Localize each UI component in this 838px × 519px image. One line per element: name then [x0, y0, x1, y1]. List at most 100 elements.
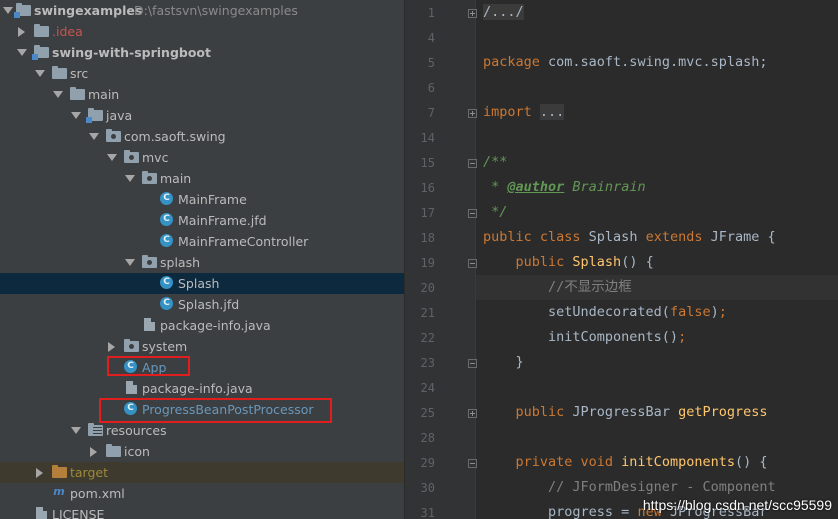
class-name: Splash — [580, 229, 646, 245]
tree-row-main[interactable]: main — [0, 84, 404, 105]
code-line-1[interactable]: /.../ — [483, 0, 524, 25]
class-icon: C — [160, 234, 173, 247]
code-line-7[interactable]: import ... — [483, 100, 565, 125]
tree-row-idea[interactable]: .idea — [0, 21, 404, 42]
tree-item-label: LICENSE — [52, 507, 105, 519]
tree-row-package-info-mvc[interactable]: package-info.java — [0, 315, 404, 336]
tree-row-package-root[interactable]: com.saoft.swing — [0, 126, 404, 147]
tree-row-mainframecontroller[interactable]: C MainFrameController — [0, 231, 404, 252]
fold-collapse-icon[interactable] — [468, 259, 477, 268]
fold-collapse-icon[interactable] — [468, 359, 477, 368]
line-number: 23 — [420, 356, 435, 370]
code-line-23[interactable]: } — [483, 350, 524, 375]
collapse-arrow-icon[interactable] — [53, 91, 63, 98]
code-line-17[interactable]: */ — [483, 200, 507, 225]
fold-collapse-icon[interactable] — [468, 459, 477, 468]
tree-row-app[interactable]: C App — [0, 357, 404, 378]
fold-expand-icon[interactable] — [468, 9, 477, 18]
collapse-arrow-icon[interactable] — [125, 259, 135, 266]
tree-row-package-info[interactable]: package-info.java — [0, 378, 404, 399]
line-number: 16 — [420, 181, 435, 195]
tree-row-splash-selected[interactable]: C Splash — [0, 273, 404, 294]
code-line-18[interactable]: public class Splash extends JFrame { — [483, 225, 776, 250]
line-number: 4 — [427, 31, 435, 45]
line-number: 22 — [420, 331, 435, 345]
collapse-arrow-icon[interactable] — [71, 427, 81, 434]
tree-row-src[interactable]: src — [0, 63, 404, 84]
tree-item-label: java — [106, 108, 133, 123]
code-text: JFrame { — [702, 229, 776, 245]
tree-row-module[interactable]: swing-with-springboot — [0, 42, 404, 63]
tree-item-label: target — [70, 465, 109, 480]
class-icon: C — [160, 297, 173, 310]
folded-imports[interactable]: ... — [539, 104, 565, 120]
line-number: 29 — [420, 456, 435, 470]
tree-item-label: main — [88, 87, 120, 102]
fold-expand-icon[interactable] — [468, 109, 477, 118]
collapse-arrow-icon[interactable] — [71, 112, 81, 119]
type-name: JProgressBar — [564, 404, 679, 420]
tree-row-license[interactable]: LICENSE — [0, 504, 404, 519]
package-info-icon — [144, 318, 155, 331]
tree-row-root[interactable]: swingexamples D:\fastsvn\swingexamples — [0, 0, 404, 21]
tree-row-mainframe[interactable]: C MainFrame — [0, 189, 404, 210]
folder-icon — [106, 444, 121, 457]
collapse-arrow-icon[interactable] — [17, 49, 27, 56]
expand-arrow-icon[interactable] — [108, 342, 115, 352]
doc-comment: Brainrain — [564, 179, 646, 195]
code-editor[interactable]: 1 4 5 6 7 14 15 16 17 18 19 20 21 22 23 … — [405, 0, 838, 519]
tree-item-label: pom.xml — [70, 486, 125, 501]
tree-row-pom[interactable]: m pom.xml — [0, 483, 404, 504]
tree-row-main-package[interactable]: main — [0, 168, 404, 189]
expand-arrow-icon[interactable] — [90, 447, 97, 457]
code-line-5[interactable]: package com.saoft.swing.mvc.splash; — [483, 50, 767, 75]
module-folder-icon — [14, 3, 31, 18]
tree-item-label: src — [70, 66, 89, 81]
expand-arrow-icon[interactable] — [18, 27, 25, 37]
collapse-arrow-icon[interactable] — [3, 7, 13, 14]
tree-row-target[interactable]: target — [0, 462, 404, 483]
code-line-15[interactable]: /** — [483, 150, 507, 175]
fold-expand-icon[interactable] — [468, 409, 477, 418]
tree-row-splash-package[interactable]: splash — [0, 252, 404, 273]
tree-row-splash-jfd[interactable]: C Splash.jfd — [0, 294, 404, 315]
method-name: getProgress — [678, 404, 768, 420]
code-line-20[interactable]: //不显示边框 — [483, 275, 632, 300]
tree-row-java[interactable]: java — [0, 105, 404, 126]
code-line-19[interactable]: public Splash() { — [483, 250, 654, 275]
collapse-arrow-icon[interactable] — [107, 154, 117, 161]
code-text: ) — [710, 304, 719, 320]
excluded-folder-icon — [52, 465, 67, 478]
doc-comment: * — [483, 179, 508, 195]
code-line-22[interactable]: initComponents(); — [483, 325, 686, 350]
code-line-21[interactable]: setUndecorated(false); — [483, 300, 727, 325]
expand-arrow-icon[interactable] — [36, 468, 43, 478]
watermark-text: https://blog.csdn.net/scc95599 — [642, 497, 832, 513]
fold-collapse-icon[interactable] — [468, 159, 477, 168]
package-icon — [124, 150, 139, 163]
keyword: import — [483, 104, 532, 120]
tree-item-label: system — [142, 339, 188, 354]
code-line-16[interactable]: * @author Brainrain — [483, 175, 646, 200]
code-line-25[interactable]: public JProgressBar getProgress — [483, 400, 768, 425]
collapse-arrow-icon[interactable] — [125, 175, 135, 182]
code-line-29[interactable]: private void initComponents() { — [483, 450, 768, 475]
keyword: public class — [483, 229, 581, 245]
collapse-arrow-icon[interactable] — [89, 133, 99, 140]
tree-row-mvc[interactable]: mvc — [0, 147, 404, 168]
tree-row-icon[interactable]: icon — [0, 441, 404, 462]
tree-row-mainframe-jfd[interactable]: C MainFrame.jfd — [0, 210, 404, 231]
highlight-box-app — [107, 356, 190, 376]
tree-row-resources[interactable]: resources — [0, 420, 404, 441]
line-number: 1 — [427, 6, 435, 20]
line-number: 18 — [420, 231, 435, 245]
folded-header[interactable]: /.../ — [483, 4, 524, 20]
fold-collapse-icon[interactable] — [468, 209, 477, 218]
file-icon — [36, 507, 47, 519]
doc-comment: /** — [483, 154, 508, 170]
package-icon — [142, 255, 157, 268]
collapse-arrow-icon[interactable] — [35, 70, 45, 77]
tree-item-label: MainFrame.jfd — [178, 213, 267, 228]
folder-icon — [70, 87, 85, 100]
tree-row-system[interactable]: system — [0, 336, 404, 357]
